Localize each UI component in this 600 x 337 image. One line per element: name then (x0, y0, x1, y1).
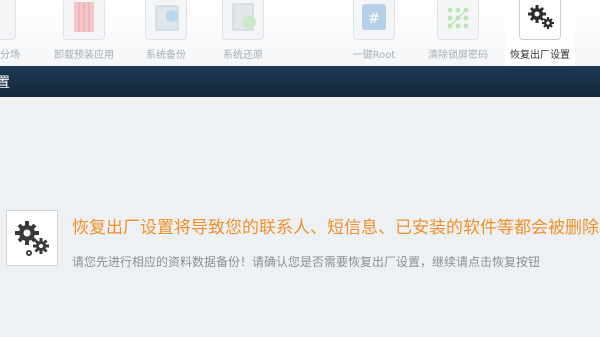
tool-system-backup[interactable]: 系统备份 (131, 0, 201, 66)
svg-text:#: # (368, 11, 380, 27)
tool-clear-lock-password[interactable]: 清除锁屏密码 (423, 0, 493, 66)
app-icon (0, 0, 16, 40)
warning-title: 恢复出厂设置将导致您的联系人、短信息、已安装的软件等都会被删除 (72, 218, 599, 238)
tool-one-click-root[interactable]: # 一键Root (339, 0, 409, 66)
top-toolbar: 分场 卸载预装应用 系统备份 系统还原 # 一键Root 清除锁屏密码 恢复出厂… (0, 0, 600, 67)
tool-label: 一键Root (352, 50, 396, 61)
tool-factory-reset[interactable]: 恢复出厂设置 (505, 0, 575, 66)
tool-label: 分场 (0, 50, 20, 61)
backup-icon (145, 0, 187, 40)
tool-label: 恢复出厂设置 (510, 50, 570, 61)
uninstall-icon (63, 0, 105, 40)
warning-description: 请您先进行相应的资料数据备份！请确认您是否需要恢复出厂设置，继续请点击恢复按钮 (72, 255, 541, 269)
gears-icon (6, 210, 58, 266)
tool-uninstall-preinstalled[interactable]: 卸载预装应用 (49, 0, 119, 66)
tool-system-restore[interactable]: 系统还原 (208, 0, 278, 66)
root-icon: # (353, 0, 395, 40)
section-header: 置 (0, 66, 600, 97)
tool-label: 系统还原 (223, 50, 263, 61)
tool-label: 卸载预装应用 (54, 50, 114, 61)
tool-label: 系统备份 (146, 50, 186, 61)
gears-icon (519, 0, 561, 40)
header-title: 置 (0, 75, 10, 91)
tool-label: 清除锁屏密码 (428, 50, 488, 61)
restore-icon (222, 0, 264, 40)
pattern-lock-icon (437, 0, 479, 40)
tool-partial[interactable]: 分场 (0, 0, 30, 66)
